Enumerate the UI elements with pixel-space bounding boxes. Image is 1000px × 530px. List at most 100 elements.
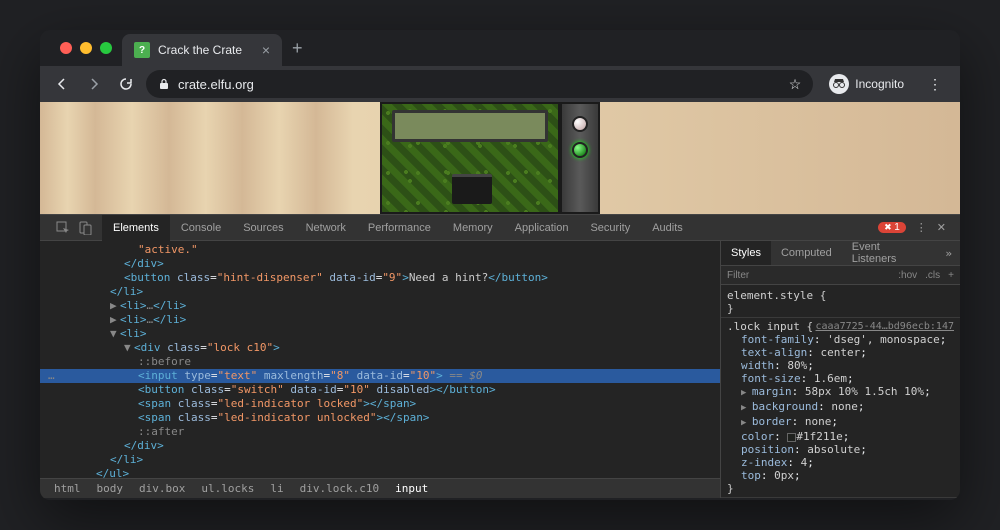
tab-memory[interactable]: Memory xyxy=(442,215,504,241)
style-declaration[interactable]: font-size: 1.6em; xyxy=(727,372,954,385)
more-tabs-icon[interactable]: » xyxy=(937,247,960,260)
bc-item[interactable]: ul.locks xyxy=(193,482,262,495)
tab-console[interactable]: Console xyxy=(170,215,232,241)
devtools-close-icon[interactable]: ✕ xyxy=(937,221,946,234)
incognito-icon xyxy=(829,74,849,94)
bc-item[interactable]: html xyxy=(46,482,89,495)
style-declaration[interactable]: top: 0px; xyxy=(727,469,954,482)
style-declaration[interactable]: font-family: 'dseg', monospace; xyxy=(727,333,954,346)
lcd-display[interactable] xyxy=(392,110,548,142)
dom-line-selected[interactable]: …<input type="text" maxlength="8" data-i… xyxy=(40,369,720,383)
minimize-window-button[interactable] xyxy=(80,42,92,54)
browser-tab[interactable]: ? Crack the Crate × xyxy=(122,34,282,66)
style-declaration[interactable]: color: #1f211e; xyxy=(727,430,954,443)
filter-input[interactable]: Filter xyxy=(727,270,749,281)
page-viewport xyxy=(40,102,960,214)
crate-lock-widget xyxy=(380,102,620,214)
led-locked-icon xyxy=(572,116,588,132)
close-tab-button[interactable]: × xyxy=(262,42,270,58)
dom-line[interactable]: <span class="led-indicator unlocked"></s… xyxy=(40,411,720,425)
dom-line[interactable]: <span class="led-indicator locked"></spa… xyxy=(40,397,720,411)
dom-line[interactable]: </div> xyxy=(40,439,720,453)
bc-item[interactable]: div.lock.c10 xyxy=(292,482,387,495)
tab-title: Crack the Crate xyxy=(158,43,242,57)
bookmark-icon[interactable]: ☆ xyxy=(789,76,802,93)
tab-elements[interactable]: Elements xyxy=(102,215,170,241)
styles-filter-bar: Filter :hov .cls + xyxy=(721,265,960,285)
tab-sources[interactable]: Sources xyxy=(232,215,294,241)
dom-line[interactable]: </li> xyxy=(40,453,720,467)
style-declaration[interactable]: ▶ margin: 58px 10% 1.5ch 10%; xyxy=(727,385,954,400)
led-panel xyxy=(560,102,600,214)
bc-item-active[interactable]: input xyxy=(387,482,436,495)
forward-button[interactable] xyxy=(82,72,106,96)
bc-item[interactable]: body xyxy=(89,482,132,495)
style-declaration[interactable]: position: absolute; xyxy=(727,443,954,456)
reload-icon xyxy=(118,76,134,92)
dom-line[interactable]: </li> xyxy=(40,285,720,299)
styles-tabs: Styles Computed Event Listeners » xyxy=(721,241,960,265)
dom-line[interactable]: "active." xyxy=(40,243,720,257)
arrow-left-icon xyxy=(54,76,70,92)
device-toggle-icon[interactable] xyxy=(78,221,92,235)
dom-line[interactable]: ::before xyxy=(40,355,720,369)
maximize-window-button[interactable] xyxy=(100,42,112,54)
style-declaration[interactable]: width: 80%; xyxy=(727,359,954,372)
devtools-settings-icon[interactable]: ⋮ xyxy=(916,221,927,234)
tab-application[interactable]: Application xyxy=(504,215,580,241)
tab-audits[interactable]: Audits xyxy=(641,215,694,241)
style-rule[interactable]: .lock input {caaa7725-44…bd96ecb:147 fon… xyxy=(721,318,960,498)
dom-breadcrumb: html body div.box ul.locks li div.lock.c… xyxy=(40,478,720,498)
tab-styles[interactable]: Styles xyxy=(721,241,771,265)
dom-line[interactable]: </ul> xyxy=(40,467,720,478)
add-rule-button[interactable]: + xyxy=(948,270,954,281)
incognito-label: Incognito xyxy=(855,77,904,91)
dom-line[interactable]: <button class="hint-dispenser" data-id="… xyxy=(40,271,720,285)
style-declaration[interactable]: text-align: center; xyxy=(727,346,954,359)
bc-item[interactable]: div.box xyxy=(131,482,193,495)
style-declaration[interactable]: z-index: 4; xyxy=(727,456,954,469)
hov-toggle[interactable]: :hov xyxy=(898,270,917,281)
style-declaration[interactable]: ▶ background: none; xyxy=(727,400,954,415)
lock-icon xyxy=(158,78,170,90)
dom-line[interactable]: ▼<div class="lock c10"> xyxy=(40,341,720,355)
dom-line[interactable]: <button class="switch" data-id="10" disa… xyxy=(40,383,720,397)
url-bar[interactable]: crate.elfu.org ☆ xyxy=(146,70,813,98)
tab-event-listeners[interactable]: Event Listeners xyxy=(842,241,938,265)
back-button[interactable] xyxy=(50,72,74,96)
cls-toggle[interactable]: .cls xyxy=(925,270,940,281)
address-bar: crate.elfu.org ☆ Incognito ⋮ xyxy=(40,66,960,102)
devtools-panel: Elements Console Sources Network Perform… xyxy=(40,214,960,498)
tab-network[interactable]: Network xyxy=(295,215,357,241)
tab-performance[interactable]: Performance xyxy=(357,215,442,241)
dom-line[interactable]: ▶<li>…</li> xyxy=(40,299,720,313)
reload-button[interactable] xyxy=(114,72,138,96)
dom-line[interactable]: ::after xyxy=(40,425,720,439)
styles-rules[interactable]: element.style { } .lock input {caaa7725-… xyxy=(721,285,960,498)
devtools-tabs: Elements Console Sources Network Perform… xyxy=(40,215,960,241)
close-window-button[interactable] xyxy=(60,42,72,54)
tab-computed[interactable]: Computed xyxy=(771,241,842,265)
favicon-icon: ? xyxy=(134,42,150,58)
style-declaration[interactable]: ▶ border: none; xyxy=(727,415,954,430)
elements-panel: "active." </div> <button class="hint-dis… xyxy=(40,241,720,498)
error-count-badge[interactable]: ✖ 1 xyxy=(878,222,906,233)
tab-security[interactable]: Security xyxy=(579,215,641,241)
chip-icon xyxy=(452,174,492,204)
url-text: crate.elfu.org xyxy=(178,77,254,92)
incognito-badge[interactable]: Incognito xyxy=(821,74,912,94)
dom-line[interactable]: ▼<li> xyxy=(40,327,720,341)
dom-tree[interactable]: "active." </div> <button class="hint-dis… xyxy=(40,241,720,478)
dom-line[interactable]: </div> xyxy=(40,257,720,271)
circuit-board xyxy=(380,102,560,214)
led-unlocked-icon xyxy=(572,142,588,158)
new-tab-button[interactable]: + xyxy=(282,38,313,59)
traffic-lights xyxy=(50,42,122,54)
inspect-element-icon[interactable] xyxy=(56,221,70,235)
dom-line[interactable]: ▶<li>…</li> xyxy=(40,313,720,327)
browser-window: ? Crack the Crate × + crate.elfu.org ☆ xyxy=(40,30,960,500)
bc-item[interactable]: li xyxy=(262,482,291,495)
tab-bar: ? Crack the Crate × + xyxy=(40,30,960,66)
style-rule[interactable]: element.style { } xyxy=(721,287,960,318)
browser-menu-button[interactable]: ⋮ xyxy=(920,76,950,93)
